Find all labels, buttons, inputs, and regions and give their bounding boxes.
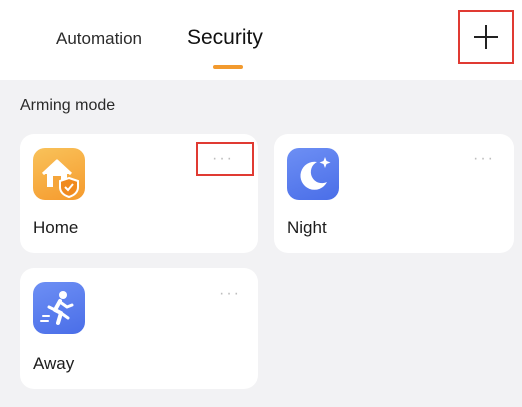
mode-card-away[interactable]: ··· Away [20, 268, 258, 389]
active-tab-indicator [213, 65, 243, 69]
add-button[interactable] [458, 10, 514, 64]
home-shield-icon [33, 148, 85, 200]
tab-automation[interactable]: Automation [56, 29, 142, 49]
more-icon: ··· [212, 150, 234, 167]
more-options-button[interactable]: ··· [196, 142, 254, 176]
more-icon[interactable]: ··· [219, 286, 241, 302]
tab-security[interactable]: Security [187, 26, 263, 50]
more-icon[interactable]: ··· [473, 151, 495, 167]
top-tab-bar: Automation Security [0, 0, 522, 80]
plus-icon [474, 25, 498, 49]
mode-card-home[interactable]: ··· Home [20, 134, 258, 253]
section-title-arming-mode: Arming mode [20, 97, 116, 114]
mode-card-night[interactable]: ··· Night [274, 134, 514, 253]
mode-label-night: Night [287, 218, 327, 237]
running-person-icon [33, 282, 85, 334]
moon-icon [287, 148, 339, 200]
mode-label-away: Away [33, 354, 75, 373]
mode-label-home: Home [33, 218, 79, 237]
